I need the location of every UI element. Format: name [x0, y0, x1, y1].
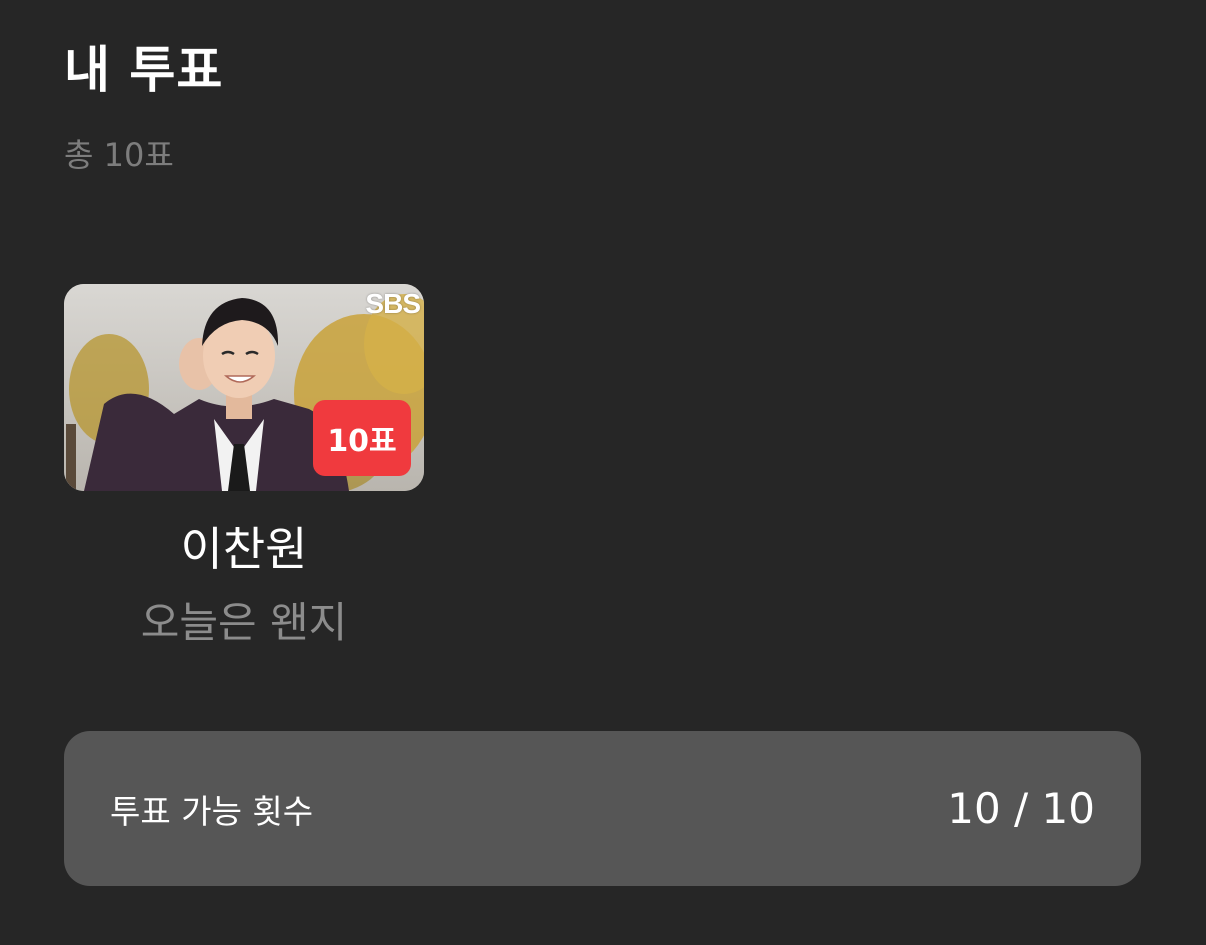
- candidate-thumbnail[interactable]: SBS 10표: [64, 284, 424, 491]
- vote-card[interactable]: SBS 10표 이찬원 오늘은 왠지: [64, 284, 424, 650]
- my-votes-page: 내 투표 총 10표 SBS 10표 이찬원 오늘은 왠지 투표 가능 횟수 1…: [0, 0, 1206, 945]
- total-votes-label: 총 10표: [64, 136, 174, 174]
- song-title: 오늘은 왠지: [140, 598, 348, 647]
- candidate-name: 이찬원: [180, 522, 308, 576]
- page-title: 내 투표: [64, 41, 224, 99]
- remaining-votes-count: 10 / 10: [947, 784, 1095, 833]
- sbs-logo: SBS: [365, 288, 421, 319]
- vote-count-badge: 10표: [313, 400, 411, 476]
- remaining-votes-label: 투표 가능 횟수: [110, 791, 314, 831]
- remaining-votes-panel: 투표 가능 횟수 10 / 10: [64, 731, 1141, 886]
